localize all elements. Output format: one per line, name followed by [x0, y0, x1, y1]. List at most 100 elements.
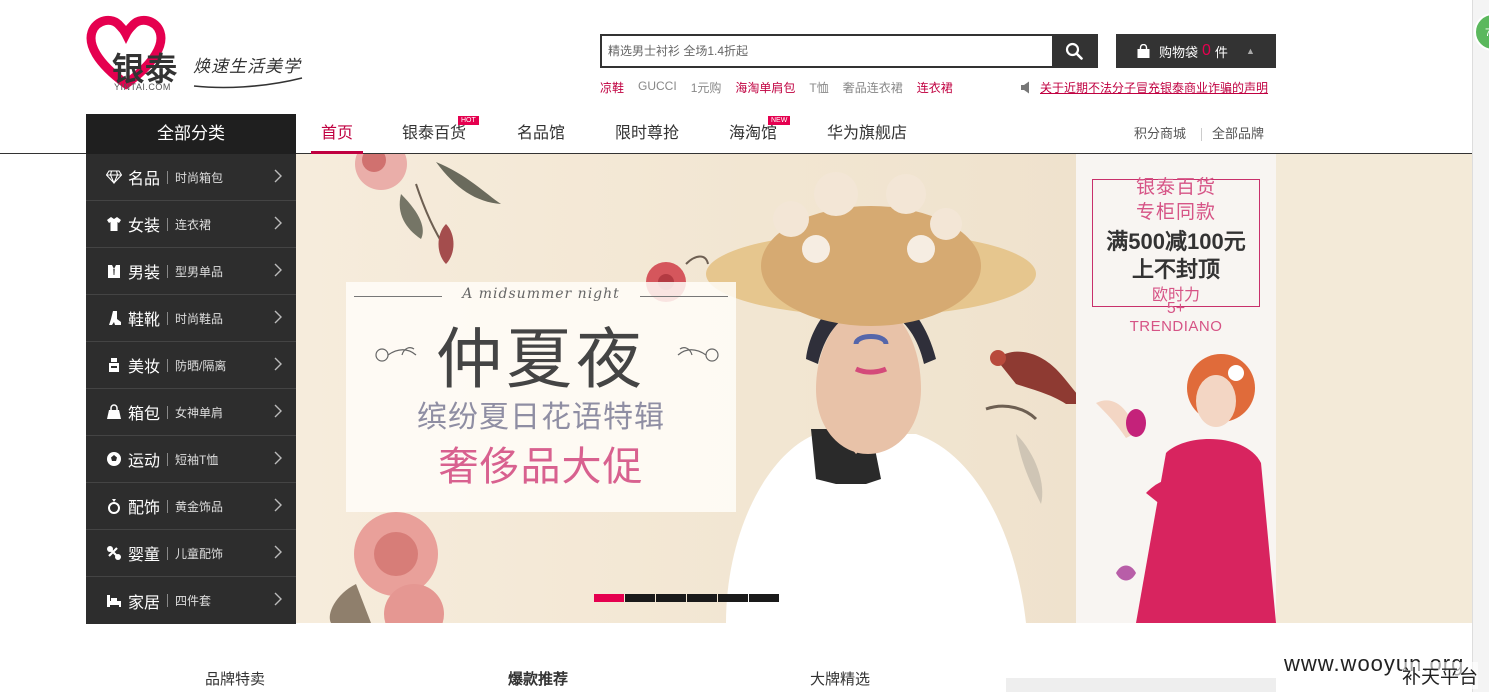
- category-item[interactable]: 运动 短袖T恤: [86, 436, 296, 483]
- hot-word-link[interactable]: 凉鞋: [600, 79, 624, 96]
- category-sub: 防晒/隔离: [175, 358, 227, 373]
- flourish-left-icon: [375, 347, 417, 362]
- category-item[interactable]: 女装 连衣裙: [86, 201, 296, 248]
- category-sub: 四件套: [175, 594, 212, 608]
- ad-line-4: 上不封顶: [1131, 257, 1220, 282]
- cart-button[interactable]: 购物袋 0 件 ▲: [1116, 34, 1276, 68]
- search-button[interactable]: [1052, 36, 1096, 66]
- nav-overseas[interactable]: 海淘馆 NEW: [724, 114, 791, 154]
- category-item[interactable]: 鞋靴 时尚鞋品: [86, 295, 296, 342]
- shopping-bag-icon: [1136, 43, 1151, 59]
- section-tab-big-brands[interactable]: 大牌精选: [810, 668, 870, 689]
- side-ad[interactable]: 银泰百货 专柜同款 满500减100元 上不封顶 欧时力 5+ TRENDIAN…: [1076, 154, 1276, 623]
- nav-flash-sale[interactable]: 限时尊抢: [610, 114, 684, 154]
- cart-unit: 件: [1214, 44, 1228, 60]
- nav-yintai-department[interactable]: 银泰百货 HOT: [398, 114, 479, 154]
- category-item[interactable]: 配饰 黄金饰品: [86, 483, 296, 530]
- watermark-cn: 补天平台: [1402, 662, 1479, 689]
- all-brands-link[interactable]: 全部品牌: [1212, 114, 1264, 154]
- bag-icon: [104, 404, 124, 420]
- hot-word-link[interactable]: 连衣裙: [917, 79, 953, 96]
- suit-icon: [104, 263, 124, 279]
- nav-label: 银泰百货: [401, 125, 466, 142]
- ad-model-illustration: [1096, 354, 1276, 623]
- carousel-dot[interactable]: [749, 594, 779, 602]
- carousel-dot[interactable]: [656, 594, 686, 602]
- flourish-right-icon: [677, 347, 719, 362]
- points-mall-link[interactable]: 积分商城: [1134, 114, 1186, 154]
- category-item[interactable]: 箱包 女神单肩: [86, 389, 296, 436]
- category-sub: 短袖T恤: [175, 452, 219, 467]
- logo-slogan: 焕速生活美学: [193, 57, 301, 77]
- category-item[interactable]: 男装 型男单品: [86, 248, 296, 295]
- chevron-right-icon: [274, 545, 282, 559]
- speaker-icon: [1021, 81, 1029, 94]
- category-item[interactable]: 美妆 防晒/隔离: [86, 342, 296, 389]
- site-logo[interactable]: 银泰 YINTAI.COM 焕速生活美学: [86, 14, 306, 94]
- new-badge: NEW: [768, 116, 791, 125]
- cart-label: 购物袋: [1159, 44, 1199, 60]
- search-icon: [1065, 42, 1083, 60]
- ad-line-2: 专柜同款: [1135, 202, 1216, 223]
- diamond-icon: [104, 170, 124, 184]
- category-item[interactable]: 家居 四件套: [86, 577, 296, 624]
- category-sub: 时尚鞋品: [175, 311, 224, 326]
- carousel-dot[interactable]: [625, 594, 655, 602]
- chevron-right-icon: [274, 169, 282, 183]
- hero-banner[interactable]: A midsummer night 仲夏夜 缤纷夏日花语特辑 奢侈品大促 银泰百…: [296, 154, 1472, 623]
- bed-icon: [104, 594, 124, 608]
- hot-word-link[interactable]: GUCCI: [638, 79, 677, 96]
- notice-link[interactable]: 关于近期不法分子冒充银泰商业诈骗的声明: [1040, 79, 1268, 96]
- ad-line-1: 银泰百货: [1135, 177, 1216, 198]
- category-name: 鞋靴: [128, 312, 161, 329]
- carousel-dot[interactable]: [594, 594, 624, 602]
- chevron-right-icon: [274, 357, 282, 371]
- float-badge-text: 74: [1485, 27, 1489, 39]
- banner-slide[interactable]: A midsummer night 仲夏夜 缤纷夏日花语特辑 奢侈品大促: [296, 154, 1076, 623]
- carousel-indicators: [594, 594, 779, 602]
- product-thumbnail[interactable]: [1006, 678, 1276, 692]
- section-tab-hot[interactable]: 爆款推荐: [508, 668, 568, 689]
- chevron-right-icon: [274, 263, 282, 277]
- category-name: 美妆: [128, 359, 161, 376]
- category-item[interactable]: 名品 时尚箱包: [86, 154, 296, 201]
- hot-word-link[interactable]: 1元购: [691, 79, 722, 96]
- category-menu: 名品 时尚箱包 女装 连衣裙 男装 型男单品 鞋靴 时尚鞋品 美妆 防晒/隔离 …: [86, 154, 296, 624]
- all-categories-button[interactable]: 全部分类: [86, 114, 296, 154]
- category-sub: 时尚箱包: [175, 170, 224, 185]
- promo-subtitle-en: A midsummer night: [462, 286, 620, 302]
- chevron-right-icon: [274, 404, 282, 418]
- promo-box: A midsummer night 仲夏夜 缤纷夏日花语特辑 奢侈品大促: [346, 282, 736, 512]
- float-badge-icon[interactable]: 74: [1471, 10, 1489, 54]
- section-tab-brand-sale[interactable]: 品牌特卖: [205, 668, 265, 689]
- slogan-swoosh-icon: [193, 77, 303, 89]
- hot-word-link[interactable]: 海淘单肩包: [735, 79, 795, 96]
- caret-up-icon: ▲: [1245, 46, 1255, 56]
- boot-icon: [104, 310, 124, 326]
- hot-word-link[interactable]: T恤: [809, 79, 828, 96]
- nav-home[interactable]: 首页: [311, 114, 363, 154]
- nav-divider: [1201, 128, 1202, 141]
- cosmetic-icon: [104, 357, 124, 373]
- hot-search-words: 凉鞋 GUCCI 1元购 海淘单肩包 T恤 奢品连衣裙 连衣裙: [600, 79, 967, 96]
- category-name: 女装: [128, 218, 161, 235]
- category-name: 箱包: [128, 406, 161, 423]
- category-sub: 型男单品: [175, 264, 224, 279]
- chevron-right-icon: [274, 451, 282, 465]
- search-box: [600, 34, 1098, 68]
- category-sub: 黄金饰品: [175, 499, 224, 514]
- promo-line-3: 奢侈品大促: [438, 445, 644, 489]
- category-sub: 连衣裙: [175, 217, 212, 232]
- category-name: 家居: [128, 594, 161, 612]
- carousel-dot[interactable]: [687, 594, 717, 602]
- carousel-dot[interactable]: [718, 594, 748, 602]
- search-input[interactable]: [602, 36, 1054, 66]
- category-item[interactable]: 婴童 儿童配饰: [86, 530, 296, 577]
- nav-huawei-store[interactable]: 华为旗舰店: [822, 114, 912, 154]
- scrollbar[interactable]: [1472, 0, 1489, 692]
- promo-line-2: 缤纷夏日花语特辑: [417, 401, 665, 434]
- toy-icon: [104, 545, 124, 561]
- cart-count: 0: [1202, 42, 1211, 59]
- nav-brand-hall[interactable]: 名品馆: [512, 114, 570, 154]
- hot-word-link[interactable]: 奢品连衣裙: [843, 79, 903, 96]
